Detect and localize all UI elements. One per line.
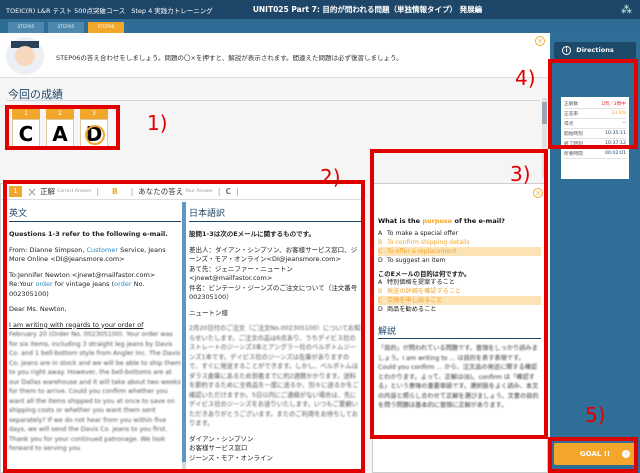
tab-step06[interactable]: STEP06 (88, 22, 124, 33)
marker-label-5: 5) (585, 403, 606, 427)
tab-step05-b[interactable]: STEP05 (48, 22, 84, 33)
directions-button[interactable]: i Directions (554, 42, 636, 59)
course-name: TOEIC(R) L&R テスト 500点突破コース (6, 6, 126, 15)
marker-box-5 (548, 437, 638, 473)
marker-label-1: 1) (147, 111, 168, 135)
info-icon: i (562, 46, 571, 55)
app-logo-icon: ⁂ (621, 3, 632, 16)
divider (6, 100, 540, 101)
stat-row: 所要時間 00:02:01 (564, 149, 626, 159)
close-icon[interactable]: × (535, 36, 545, 46)
part-name: Step 4 実践力トレーニング (131, 6, 213, 15)
unit-title: UNIT025 Part 7: 目的が問われる問題（単独情報タイプ） 発展編 (252, 5, 483, 14)
tab-step05[interactable]: STEP05 (8, 22, 44, 33)
marker-box-3 (370, 149, 548, 439)
marker-box-2 (3, 180, 365, 473)
instruction-text: STEP06の答え合わせをしましょう。問題の〇×を押すと、解説が表示されます。間… (56, 54, 403, 62)
app-header: TOEIC(R) L&R テスト 500点突破コース Step 4 実践力トレー… (0, 0, 640, 19)
marker-label-4: 4) (515, 66, 536, 90)
step-tabs: STEP05 STEP05 STEP06 (0, 19, 640, 33)
teacher-avatar (6, 37, 44, 75)
marker-label-2: 2) (320, 165, 341, 189)
marker-box-1 (5, 105, 120, 150)
instruction-bar: STEP06の答え合わせをしましょう。問題の〇×を押すと、解説が表示されます。間… (0, 33, 550, 78)
marker-box-4 (548, 59, 638, 149)
marker-label-3: 3) (510, 162, 531, 186)
